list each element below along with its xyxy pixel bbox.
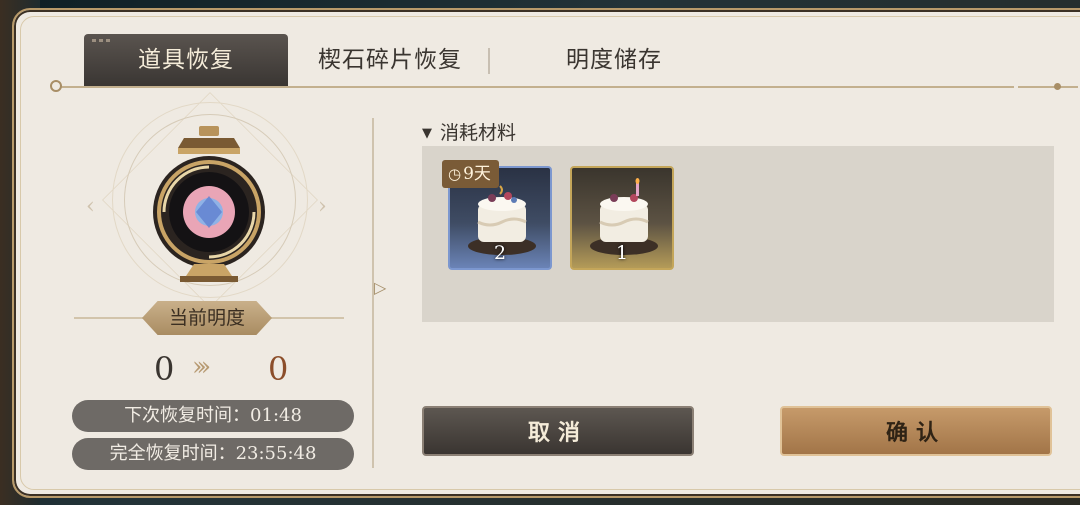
materials-area: 2 ◷ 9天 1 xyxy=(422,146,1054,322)
chevron-right-icon: › xyxy=(318,194,327,219)
triangle-down-icon: ▼ xyxy=(422,126,432,141)
tab-line-dot-right xyxy=(1054,83,1061,90)
tab-line-dot-left xyxy=(50,80,62,92)
tab-bar: 道具恢复 楔石碎片恢复 明度储存 xyxy=(84,34,1044,86)
clock-icon: ◷ xyxy=(448,165,462,183)
tab-separator xyxy=(488,48,490,74)
cancel-button[interactable]: 取消 xyxy=(422,406,694,456)
material-item[interactable]: 1 xyxy=(570,166,674,270)
tab-keystone-recovery[interactable]: 楔石碎片恢复 xyxy=(310,34,470,86)
tab-underline-right xyxy=(1018,86,1078,88)
brightness-label: 当前明度 xyxy=(142,301,272,335)
double-chevron-right-icon: ››› xyxy=(192,352,211,382)
recovery-panel: 道具恢复 楔石碎片恢复 明度储存 ‹ › 当前明度 0 ››› 0 下次恢复时间… xyxy=(12,8,1080,498)
materials-title: ▼ 消耗材料 xyxy=(422,118,516,145)
current-brightness-value: 0 xyxy=(154,350,175,388)
tab-item-recovery[interactable]: 道具恢复 xyxy=(84,34,288,86)
tab-brightness-storage[interactable]: 明度储存 xyxy=(534,34,694,86)
tab-underline xyxy=(54,86,1014,88)
full-recovery-time: 完全恢复时间：23:55:48 xyxy=(72,438,354,470)
confirm-button[interactable]: 确认 xyxy=(780,406,1052,456)
play-triangle-icon: ▷ xyxy=(374,278,387,297)
materials-title-text: 消耗材料 xyxy=(440,122,517,144)
chevron-left-icon: ‹ xyxy=(86,194,95,219)
item-count: 1 xyxy=(615,242,629,264)
target-brightness-value: 0 xyxy=(268,350,289,388)
item-timer-badge: ◷ 9天 xyxy=(442,160,499,188)
brightness-panel: ‹ › 当前明度 0 ››› 0 下次恢复时间：01:48 完全恢复时间：23:… xyxy=(44,92,374,494)
lantern-icon xyxy=(153,126,265,282)
item-count: 2 xyxy=(493,242,507,264)
item-timer-text: 9天 xyxy=(463,164,491,184)
next-recovery-time: 下次恢复时间：01:48 xyxy=(72,400,354,432)
